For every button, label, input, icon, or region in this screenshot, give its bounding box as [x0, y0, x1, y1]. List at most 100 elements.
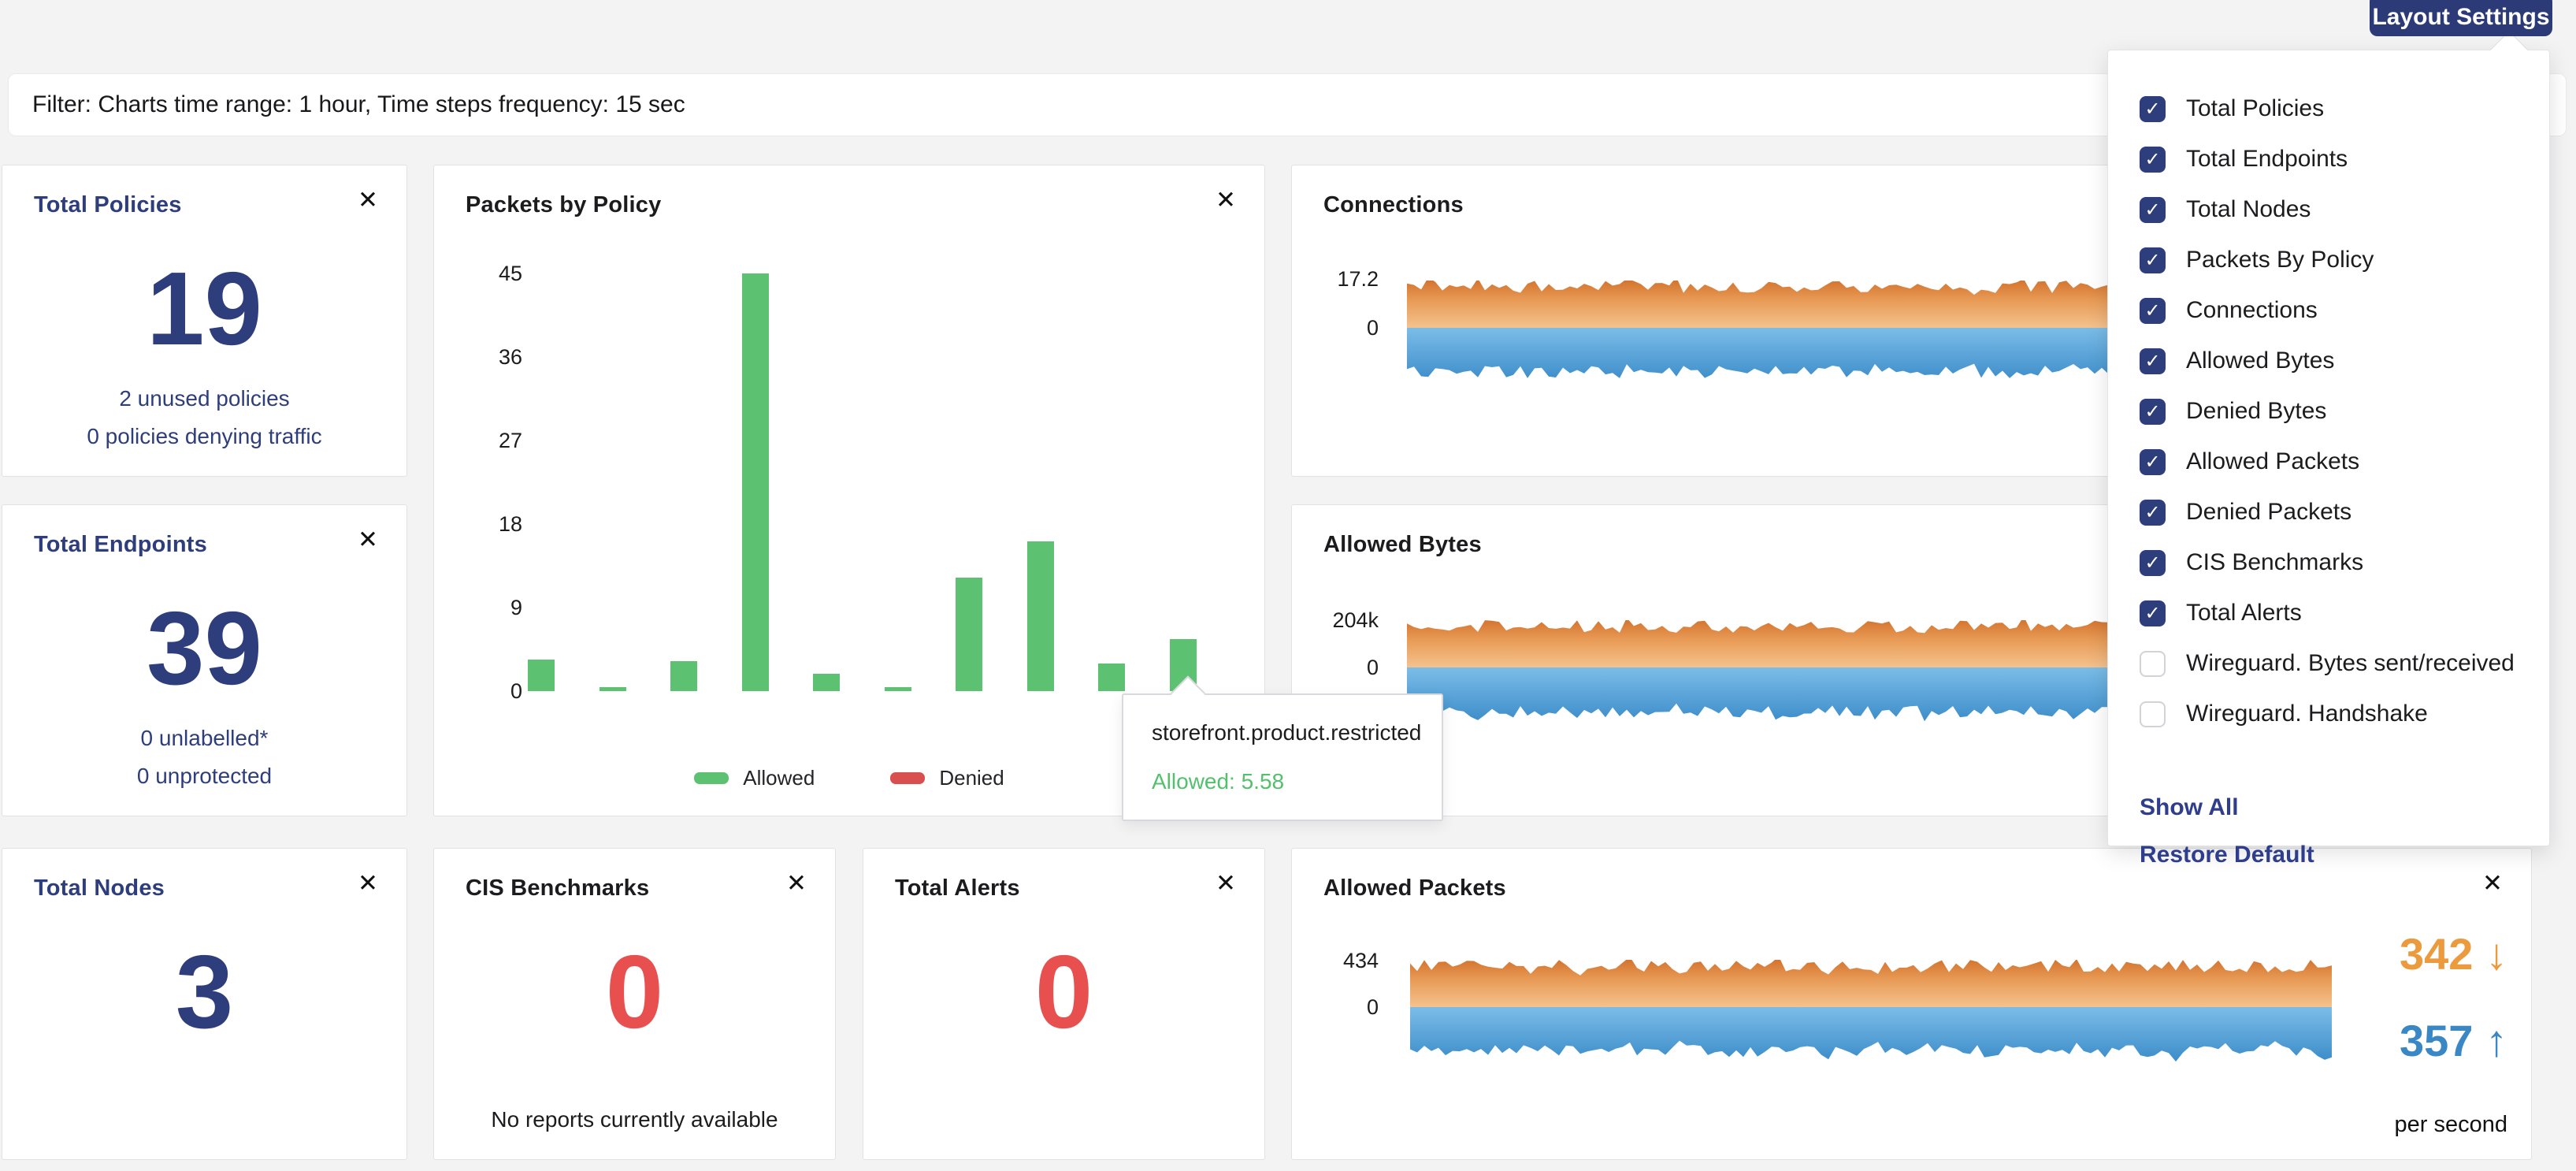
card-title-total-policies: Total Policies [34, 192, 182, 218]
checkbox-checked-icon[interactable]: ✓ [2140, 247, 2166, 273]
egress-rate-value: 342 [2400, 929, 2473, 979]
bar-allowed-4[interactable] [813, 674, 840, 691]
layout-option-total-endpoints[interactable]: ✓Total Endpoints [2108, 134, 2549, 184]
checkbox-unchecked-icon[interactable] [2140, 651, 2166, 677]
layout-option-cis-benchmarks[interactable]: ✓ CIS Benchmarks [2108, 537, 2549, 588]
filter-text: Filter: Charts time range: 1 hour, Time … [32, 91, 685, 118]
ingress-rate: 357 ↑ [2400, 1017, 2507, 1065]
bar-chart-plot [528, 273, 1260, 691]
close-icon[interactable]: ✕ [786, 871, 807, 895]
total-alerts-value: 0 [863, 937, 1264, 1047]
tooltip-allowed-value: Allowed: 5.58 [1152, 769, 1284, 794]
card-total-policies: Total Policies ✕ 19 2 unused policies 0 … [2, 165, 407, 477]
layout-option-denied-bytes[interactable]: ✓ Denied Bytes [2108, 386, 2549, 437]
tooltip-policy-name: storefront.product.restricted [1152, 720, 1421, 745]
layout-option-denied-packets[interactable]: ✓ Denied Packets [2108, 487, 2549, 537]
layout-option-allowed-bytes[interactable]: ✓Allowed Bytes [2108, 336, 2549, 386]
y-axis-max-label: 434 [1308, 948, 1379, 973]
bar-allowed-5[interactable] [885, 687, 911, 691]
chart-tooltip: storefront.product.restricted Allowed: 5… [1122, 693, 1443, 821]
checkbox-checked-icon[interactable]: ✓ [2140, 399, 2166, 425]
card-title-total-endpoints: Total Endpoints [34, 532, 207, 558]
close-icon[interactable]: ✕ [2482, 871, 2503, 895]
close-icon[interactable]: ✕ [358, 527, 378, 552]
checkbox-checked-icon[interactable]: ✓ [2140, 449, 2166, 475]
legend-item-denied[interactable]: Denied [890, 766, 1004, 790]
y-axis-label: 36 [450, 344, 522, 370]
layout-option-label: Wireguard. Handshake [2186, 701, 2428, 727]
bar-allowed-2[interactable] [670, 661, 697, 691]
card-cis-benchmarks: CIS Benchmarks ✕ 0 No reports currently … [433, 848, 836, 1160]
layout-option-wireguard-bytes-sent-received[interactable]: Wireguard. Bytes sent/received [2108, 638, 2549, 689]
total-policies-value: 19 [2, 254, 406, 364]
card-title-cis-benchmarks: CIS Benchmarks [466, 875, 649, 901]
bar-allowed-0[interactable] [528, 660, 555, 691]
close-icon[interactable]: ✕ [358, 188, 378, 212]
arrow-up-icon: ↑ [2485, 1016, 2507, 1065]
card-title-connections: Connections [1323, 192, 1464, 218]
card-total-alerts: Total Alerts ✕ 0 [863, 848, 1265, 1160]
cis-benchmarks-value: 0 [434, 937, 835, 1047]
y-axis-label: 45 [450, 261, 522, 286]
legend-item-allowed[interactable]: Allowed [694, 766, 815, 790]
checkbox-checked-icon[interactable]: ✓ [2140, 298, 2166, 324]
card-title-allowed-packets: Allowed Packets [1323, 875, 1506, 901]
layout-option-allowed-packets[interactable]: ✓ Allowed Packets [2108, 437, 2549, 487]
bar-allowed-3[interactable] [742, 273, 769, 691]
bar-allowed-1[interactable] [599, 687, 626, 691]
layout-option-total-nodes[interactable]: ✓Total Nodes [2108, 184, 2549, 235]
bar-allowed-7[interactable] [1027, 541, 1054, 691]
card-title-allowed-bytes: Allowed Bytes [1323, 532, 1482, 558]
legend-label-denied: Denied [939, 766, 1004, 790]
allowed-swatch-icon [694, 772, 729, 784]
checkbox-checked-icon[interactable]: ✓ [2140, 550, 2166, 576]
layout-option-label: Denied Bytes [2186, 398, 2326, 425]
y-axis-label: 9 [450, 595, 522, 620]
allowed-packets-stream-chart[interactable] [1410, 960, 2332, 1062]
restore-default-link[interactable]: Restore Default [2140, 842, 2314, 868]
card-total-endpoints: Total Endpoints ✕ 39 0 unlabelled* 0 unp… [2, 504, 407, 816]
bar-allowed-8[interactable] [1098, 664, 1125, 691]
layout-options-list: ✓Total Policies✓Total Endpoints✓Total No… [2108, 84, 2549, 739]
layout-option-label: Wireguard. Bytes sent/received [2186, 650, 2515, 677]
card-title-total-alerts: Total Alerts [895, 875, 1020, 901]
y-axis-zero-label: 0 [1308, 994, 1379, 1020]
unprotected-endpoints-text: 0 unprotected [2, 764, 406, 789]
checkbox-checked-icon[interactable]: ✓ [2140, 96, 2166, 122]
checkbox-checked-icon[interactable]: ✓ [2140, 197, 2166, 223]
checkbox-checked-icon[interactable]: ✓ [2140, 348, 2166, 374]
ingress-rate-value: 357 [2400, 1016, 2473, 1065]
show-all-link[interactable]: Show All [2140, 794, 2239, 821]
egress-rate: 342 ↓ [2400, 931, 2507, 978]
card-allowed-packets: Allowed Packets ✕ 434 0 342 ↓ 357 ↑ per … [1291, 848, 2532, 1160]
layout-option-total-policies[interactable]: ✓Total Policies [2108, 84, 2549, 134]
layout-settings-button[interactable]: Layout Settings [2370, 0, 2552, 36]
close-icon[interactable]: ✕ [1216, 188, 1236, 212]
layout-option-label: Allowed Packets [2186, 448, 2359, 475]
layout-option-packets-by-policy[interactable]: ✓Packets By Policy [2108, 235, 2549, 285]
layout-option-connections[interactable]: ✓Connections [2108, 285, 2549, 336]
cis-benchmarks-note: No reports currently available [434, 1107, 835, 1132]
close-icon[interactable]: ✕ [1216, 871, 1236, 895]
y-axis-label: 27 [450, 428, 522, 453]
checkbox-unchecked-icon[interactable] [2140, 701, 2166, 727]
total-endpoints-value: 39 [2, 593, 406, 704]
checkbox-checked-icon[interactable]: ✓ [2140, 600, 2166, 626]
dashboard-page: Layout Settings Filter: Charts time rang… [0, 0, 2576, 1171]
unlabelled-endpoints-text: 0 unlabelled* [2, 726, 406, 751]
checkbox-checked-icon[interactable]: ✓ [2140, 500, 2166, 526]
close-icon[interactable]: ✕ [358, 871, 378, 895]
layout-option-total-alerts[interactable]: ✓Total Alerts [2108, 588, 2549, 638]
layout-option-label: Denied Packets [2186, 499, 2351, 526]
dropdown-caret-icon [2490, 31, 2528, 69]
card-title-packets-by-policy: Packets by Policy [466, 192, 661, 218]
layout-option-wireguard-handshake[interactable]: Wireguard. Handshake [2108, 689, 2549, 739]
bar-allowed-6[interactable] [956, 578, 982, 691]
layout-settings-dropdown: ✓Total Policies✓Total Endpoints✓Total No… [2107, 50, 2550, 846]
unused-policies-text: 2 unused policies [2, 386, 406, 411]
layout-option-label: CIS Benchmarks [2186, 549, 2363, 576]
checkbox-checked-icon[interactable]: ✓ [2140, 147, 2166, 173]
y-axis-max-label: 204k [1308, 608, 1379, 633]
denied-swatch-icon [890, 772, 925, 784]
total-nodes-value: 3 [2, 937, 406, 1047]
